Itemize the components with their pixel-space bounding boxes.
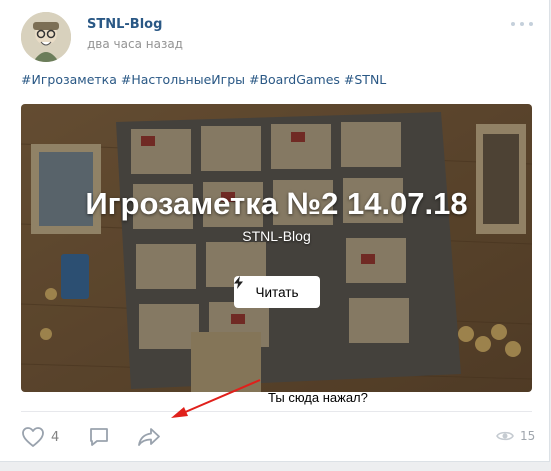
comment-icon bbox=[90, 428, 108, 446]
like-button[interactable]: 4 bbox=[21, 426, 59, 448]
views-count: 15 bbox=[520, 429, 536, 443]
read-button[interactable]: Читать bbox=[234, 276, 320, 308]
post-card: STNL-Blog два часа назад #Игрозаметка #Н… bbox=[0, 0, 550, 462]
article-title: Игрозаметка №2 14.07.18 bbox=[85, 186, 468, 221]
comment-button[interactable] bbox=[88, 426, 110, 448]
heart-icon bbox=[22, 427, 44, 447]
annotation-text: Ты сюда нажал? bbox=[268, 390, 368, 405]
bolt-icon bbox=[234, 276, 243, 289]
eye-icon bbox=[496, 431, 514, 441]
more-icon[interactable] bbox=[511, 20, 533, 28]
article-source: STNL-Blog bbox=[242, 228, 311, 244]
share-icon bbox=[138, 428, 160, 446]
views-indicator: 15 bbox=[496, 429, 535, 443]
read-button-label: Читать bbox=[255, 284, 299, 300]
post-time[interactable]: два часа назад bbox=[87, 37, 183, 51]
avatar[interactable] bbox=[21, 12, 71, 62]
author-name[interactable]: STNL-Blog bbox=[87, 17, 162, 32]
like-count: 4 bbox=[51, 429, 60, 445]
avatar-image bbox=[21, 12, 71, 62]
actions-divider bbox=[21, 411, 532, 412]
post-hashtags[interactable]: #Игрозаметка #НастольныеИгры #BoardGames… bbox=[21, 72, 386, 87]
article-cover-image bbox=[21, 104, 532, 392]
share-button[interactable] bbox=[137, 427, 161, 447]
article-snippet[interactable]: Игрозаметка №2 14.07.18 STNL-Blog Читать bbox=[21, 104, 532, 392]
